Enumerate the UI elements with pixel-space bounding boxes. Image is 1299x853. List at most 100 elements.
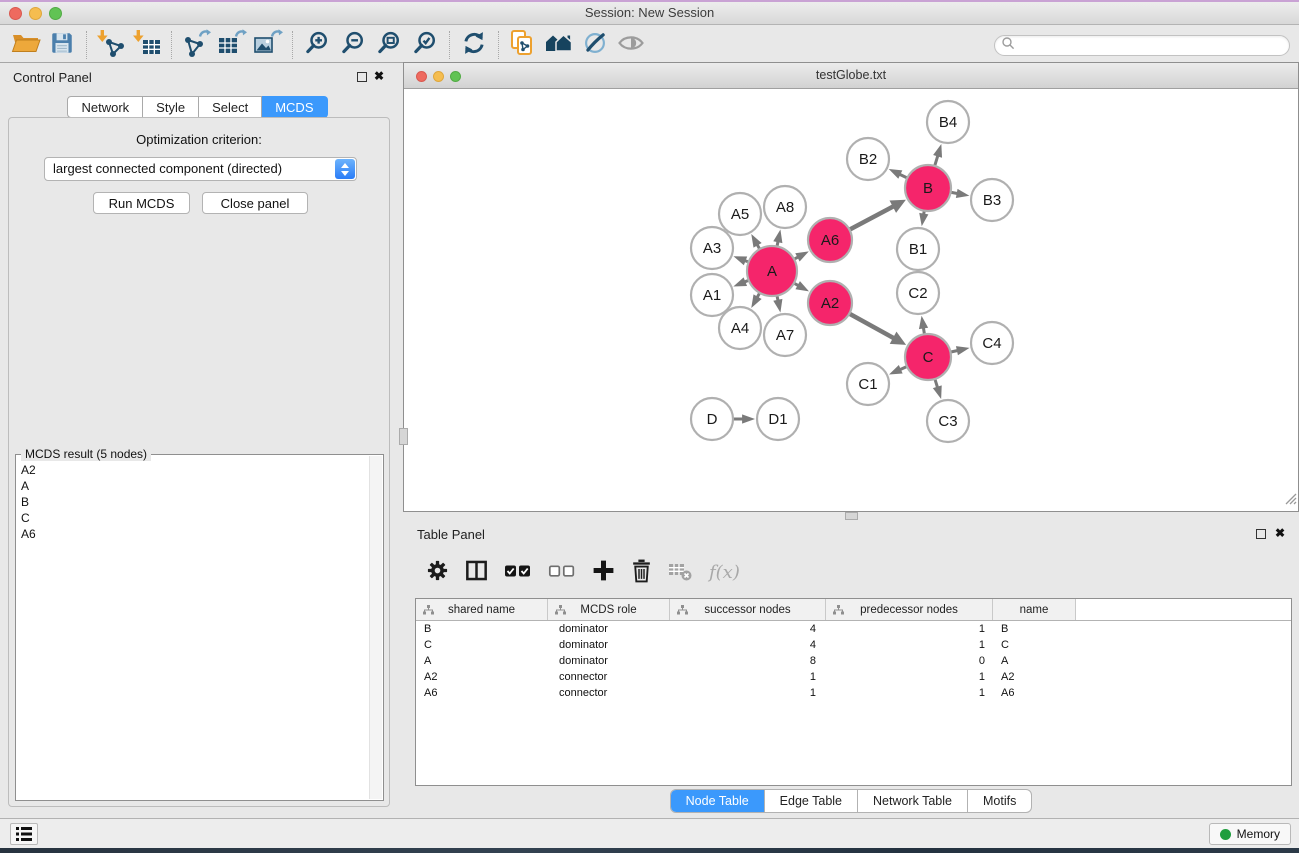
zoom-in-button[interactable] [299, 29, 335, 61]
delete-table-button[interactable] [667, 556, 695, 588]
table-row[interactable]: Cdominator41C [416, 637, 1291, 653]
column-header-successor-nodes[interactable]: successor nodes [670, 599, 826, 620]
network-zoom-icon[interactable] [450, 71, 461, 82]
criterion-dropdown[interactable]: largest connected component (directed) [44, 157, 357, 181]
network-graph[interactable]: B4B2BB3A8A5A6A3B1AC2A1A2A4A7C4CC1DD1C3 [404, 90, 1298, 512]
cell-mcds-role[interactable]: dominator [548, 623, 670, 635]
table-row[interactable]: A6connector11A6 [416, 685, 1291, 701]
cell-predecessor-nodes[interactable]: 1 [826, 671, 993, 683]
tab-motifs[interactable]: Motifs [967, 790, 1031, 812]
column-header-name[interactable]: name [993, 599, 1076, 620]
float-table-panel-icon[interactable] [1256, 529, 1266, 539]
vertical-splitter-handle[interactable] [399, 428, 408, 445]
float-panel-icon[interactable] [357, 72, 367, 82]
add-column-button[interactable] [591, 556, 616, 588]
result-scrollbar[interactable] [369, 456, 382, 799]
import-network-button[interactable] [93, 29, 129, 61]
tab-network[interactable]: Network [67, 96, 143, 118]
horizontal-splitter-handle[interactable] [845, 512, 858, 520]
cell-shared-name[interactable]: A2 [416, 671, 548, 683]
cell-successor-nodes[interactable]: 1 [670, 671, 826, 683]
desktop-background [0, 848, 1299, 853]
cell-name[interactable]: B [993, 623, 1076, 635]
open-session-button[interactable] [8, 29, 44, 61]
tab-network-table[interactable]: Network Table [857, 790, 967, 812]
network-canvas[interactable]: B4B2BB3A8A5A6A3B1AC2A1A2A4A7C4CC1DD1C3 [404, 90, 1298, 511]
tab-node-table[interactable]: Node Table [671, 790, 764, 812]
cell-successor-nodes[interactable]: 8 [670, 655, 826, 667]
zoom-out-button[interactable] [335, 29, 371, 61]
cell-successor-nodes[interactable]: 4 [670, 623, 826, 635]
cell-shared-name[interactable]: A6 [416, 687, 548, 699]
cell-name[interactable]: A2 [993, 671, 1076, 683]
cell-successor-nodes[interactable]: 4 [670, 639, 826, 651]
duplicate-network-button[interactable] [505, 29, 541, 61]
mcds-result-item[interactable]: A2 [18, 462, 367, 478]
table-row[interactable]: Bdominator41B [416, 621, 1291, 637]
cell-mcds-role[interactable]: connector [548, 687, 670, 699]
cell-mcds-role[interactable]: dominator [548, 655, 670, 667]
run-mcds-button[interactable]: Run MCDS [93, 192, 190, 214]
home-layout-button[interactable] [541, 29, 577, 61]
cell-predecessor-nodes[interactable]: 1 [826, 639, 993, 651]
tab-edge-table[interactable]: Edge Table [764, 790, 857, 812]
cell-name[interactable]: C [993, 639, 1076, 651]
network-window-titlebar[interactable]: testGlobe.txt [404, 63, 1298, 89]
graph-node-label: C [923, 349, 934, 366]
cell-name[interactable]: A6 [993, 687, 1076, 699]
cell-predecessor-nodes[interactable]: 1 [826, 623, 993, 635]
export-table-button[interactable] [214, 29, 250, 61]
export-image-button[interactable] [250, 29, 286, 61]
cell-mcds-role[interactable]: dominator [548, 639, 670, 651]
graph-node-label: A6 [821, 232, 839, 249]
save-session-button[interactable] [44, 29, 80, 61]
close-window-icon[interactable] [9, 7, 22, 20]
select-all-button[interactable] [503, 556, 533, 588]
cell-name[interactable]: A [993, 655, 1076, 667]
network-minimize-icon[interactable] [433, 71, 444, 82]
task-history-button[interactable] [10, 823, 38, 845]
cell-shared-name[interactable]: C [416, 639, 548, 651]
close-panel-icon[interactable]: ✖ [374, 69, 384, 83]
cell-shared-name[interactable]: B [416, 623, 548, 635]
column-visibility-button[interactable] [464, 556, 489, 588]
zoom-fit-button[interactable] [371, 29, 407, 61]
tab-style[interactable]: Style [143, 96, 199, 118]
cell-predecessor-nodes[interactable]: 0 [826, 655, 993, 667]
search-box[interactable] [994, 35, 1290, 56]
search-input[interactable] [1019, 39, 1289, 53]
table-row[interactable]: Adominator80A [416, 653, 1291, 669]
refresh-layout-button[interactable] [456, 29, 492, 61]
minimize-window-icon[interactable] [29, 7, 42, 20]
memory-button[interactable]: Memory [1209, 823, 1291, 845]
mcds-result-item[interactable]: B [18, 494, 367, 510]
mcds-result-item[interactable]: A6 [18, 526, 367, 542]
close-panel-button[interactable]: Close panel [202, 192, 308, 214]
table-settings-button[interactable] [425, 556, 450, 588]
export-network-button[interactable] [178, 29, 214, 61]
zoom-window-icon[interactable] [49, 7, 62, 20]
column-header-shared-name[interactable]: shared name [416, 599, 548, 620]
zoom-selected-button[interactable] [407, 29, 443, 61]
show-hide-panel-button[interactable] [613, 29, 649, 61]
graphics-details-button[interactable] [577, 29, 613, 61]
deselect-all-button[interactable] [547, 556, 577, 588]
mcds-result-item[interactable]: A [18, 478, 367, 494]
column-header-predecessor-nodes[interactable]: predecessor nodes [826, 599, 993, 620]
tab-select[interactable]: Select [199, 96, 262, 118]
node-table: shared nameMCDS rolesuccessor nodesprede… [415, 598, 1292, 786]
import-table-button[interactable] [129, 29, 165, 61]
mcds-result-item[interactable]: C [18, 510, 367, 526]
cell-mcds-role[interactable]: connector [548, 671, 670, 683]
cell-successor-nodes[interactable]: 1 [670, 687, 826, 699]
delete-column-button[interactable] [630, 556, 653, 588]
tab-mcds[interactable]: MCDS [262, 96, 327, 118]
column-header-mcds-role[interactable]: MCDS role [548, 599, 670, 620]
close-table-panel-icon[interactable]: ✖ [1275, 526, 1285, 540]
cell-shared-name[interactable]: A [416, 655, 548, 667]
table-row[interactable]: A2connector11A2 [416, 669, 1291, 685]
cell-predecessor-nodes[interactable]: 1 [826, 687, 993, 699]
network-close-icon[interactable] [416, 71, 427, 82]
edge-arrowhead-icon [919, 213, 928, 226]
resize-grip[interactable] [1284, 492, 1297, 510]
